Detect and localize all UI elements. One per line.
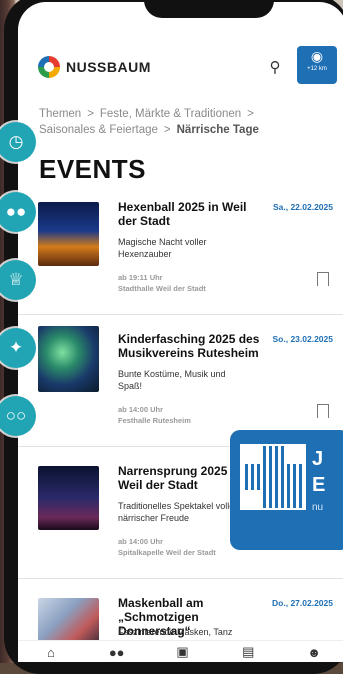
book-icon[interactable]: ▤ (228, 644, 268, 660)
app-screen: NUSSBAUM ⚲ ◉ +12 km Themen > Feste, Märkte… (18, 2, 343, 662)
event-location: Festhalle Rutesheim (118, 416, 191, 425)
event-meta: ab 14:00 Uhr Spitalkapelle Weil der Stad… (118, 536, 216, 558)
bookmark-icon[interactable] (317, 272, 329, 291)
bottom-nav: ⌂ ●● ▣ ▤ ☻ (18, 640, 343, 662)
event-description: Traditionelles Spektakel voller närrisch… (118, 501, 238, 523)
qr-subtext: nu (312, 502, 324, 513)
event-title[interactable]: Hexenball 2025 in Weil der Stadt (118, 200, 250, 228)
app-header: NUSSBAUM ⚲ ◉ +12 km (18, 46, 343, 92)
shop-icon[interactable]: ▣ (162, 644, 202, 660)
chevron-right-icon: > (87, 108, 94, 120)
logo-pin-icon (38, 56, 60, 78)
page-title: EVENTS (39, 154, 147, 184)
breadcrumb-item[interactable]: Feste, Märkte & Traditionen (100, 108, 241, 120)
event-time: ab 14:00 Uhr (118, 537, 164, 546)
event-image (38, 202, 99, 266)
event-time: ab 14:00 Uhr (118, 405, 164, 414)
breadcrumb-item[interactable]: Themen (39, 108, 81, 120)
event-description: Bunte Kostüme, Musik und Spaß! (118, 369, 226, 391)
event-card[interactable]: Hexenball 2025 in Weil der Stadt Sa., 22… (18, 192, 343, 315)
event-location: Spitalkapelle Weil der Stadt (118, 548, 216, 557)
event-description: Faszinierende Masken, Tanz (118, 627, 233, 637)
event-meta: ab 19:11 Uhr Stadthalle Weil der Stadt (118, 272, 206, 294)
event-image (38, 598, 99, 646)
event-meta: ab 14:00 Uhr Festhalle Rutesheim (118, 404, 191, 426)
home-icon[interactable]: ⌂ (31, 645, 71, 660)
search-icon[interactable]: ⚲ (266, 59, 284, 77)
location-button[interactable]: ◉ +12 km (297, 46, 337, 84)
qr-line-2: E (312, 474, 326, 496)
event-image (38, 466, 99, 530)
event-card[interactable]: Kinderfasching 2025 des Musikvereins Rut… (18, 324, 343, 447)
event-card[interactable]: Maskenball am „Schmotzigen Donnerstag“ D… (18, 588, 343, 648)
qr-code-icon (240, 444, 306, 510)
brand-logo[interactable]: NUSSBAUM (38, 56, 151, 78)
chevron-right-icon: > (247, 108, 254, 120)
event-location: Stadthalle Weil der Stadt (118, 284, 206, 293)
event-title[interactable]: Kinderfasching 2025 des Musikvereins Rut… (118, 332, 268, 360)
event-date: Do., 27.02.2025 (272, 598, 333, 608)
qr-promo-badge[interactable]: J E nu (230, 430, 343, 550)
location-pin-icon: ◉ (310, 48, 324, 64)
phone-frame: NUSSBAUM ⚲ ◉ +12 km Themen > Feste, Märkte… (4, 0, 343, 674)
event-date: Sa., 22.02.2025 (272, 202, 333, 212)
binoculars-icon[interactable]: ●● (97, 645, 137, 660)
breadcrumb-current: Närrische Tage (176, 124, 259, 136)
event-date: So., 23.02.2025 (272, 334, 334, 344)
logo-text: NUSSBAUM (66, 59, 151, 75)
profile-icon[interactable]: ☻ (294, 645, 334, 660)
bookmark-icon[interactable] (317, 404, 329, 423)
qr-line-1: J (312, 448, 324, 470)
event-image (38, 326, 99, 392)
chevron-right-icon: > (163, 124, 171, 136)
phone-notch (144, 0, 274, 18)
event-description: Magische Nacht voller Hexenzauber (118, 237, 207, 259)
event-time: ab 19:11 Uhr (118, 273, 163, 282)
breadcrumb-item[interactable]: Saisonales & Feiertage (39, 124, 158, 136)
qr-headline: J E (312, 446, 325, 498)
breadcrumb: Themen > Feste, Märkte & Traditionen > Sais… (39, 106, 329, 138)
location-radius: +12 km (307, 66, 327, 72)
